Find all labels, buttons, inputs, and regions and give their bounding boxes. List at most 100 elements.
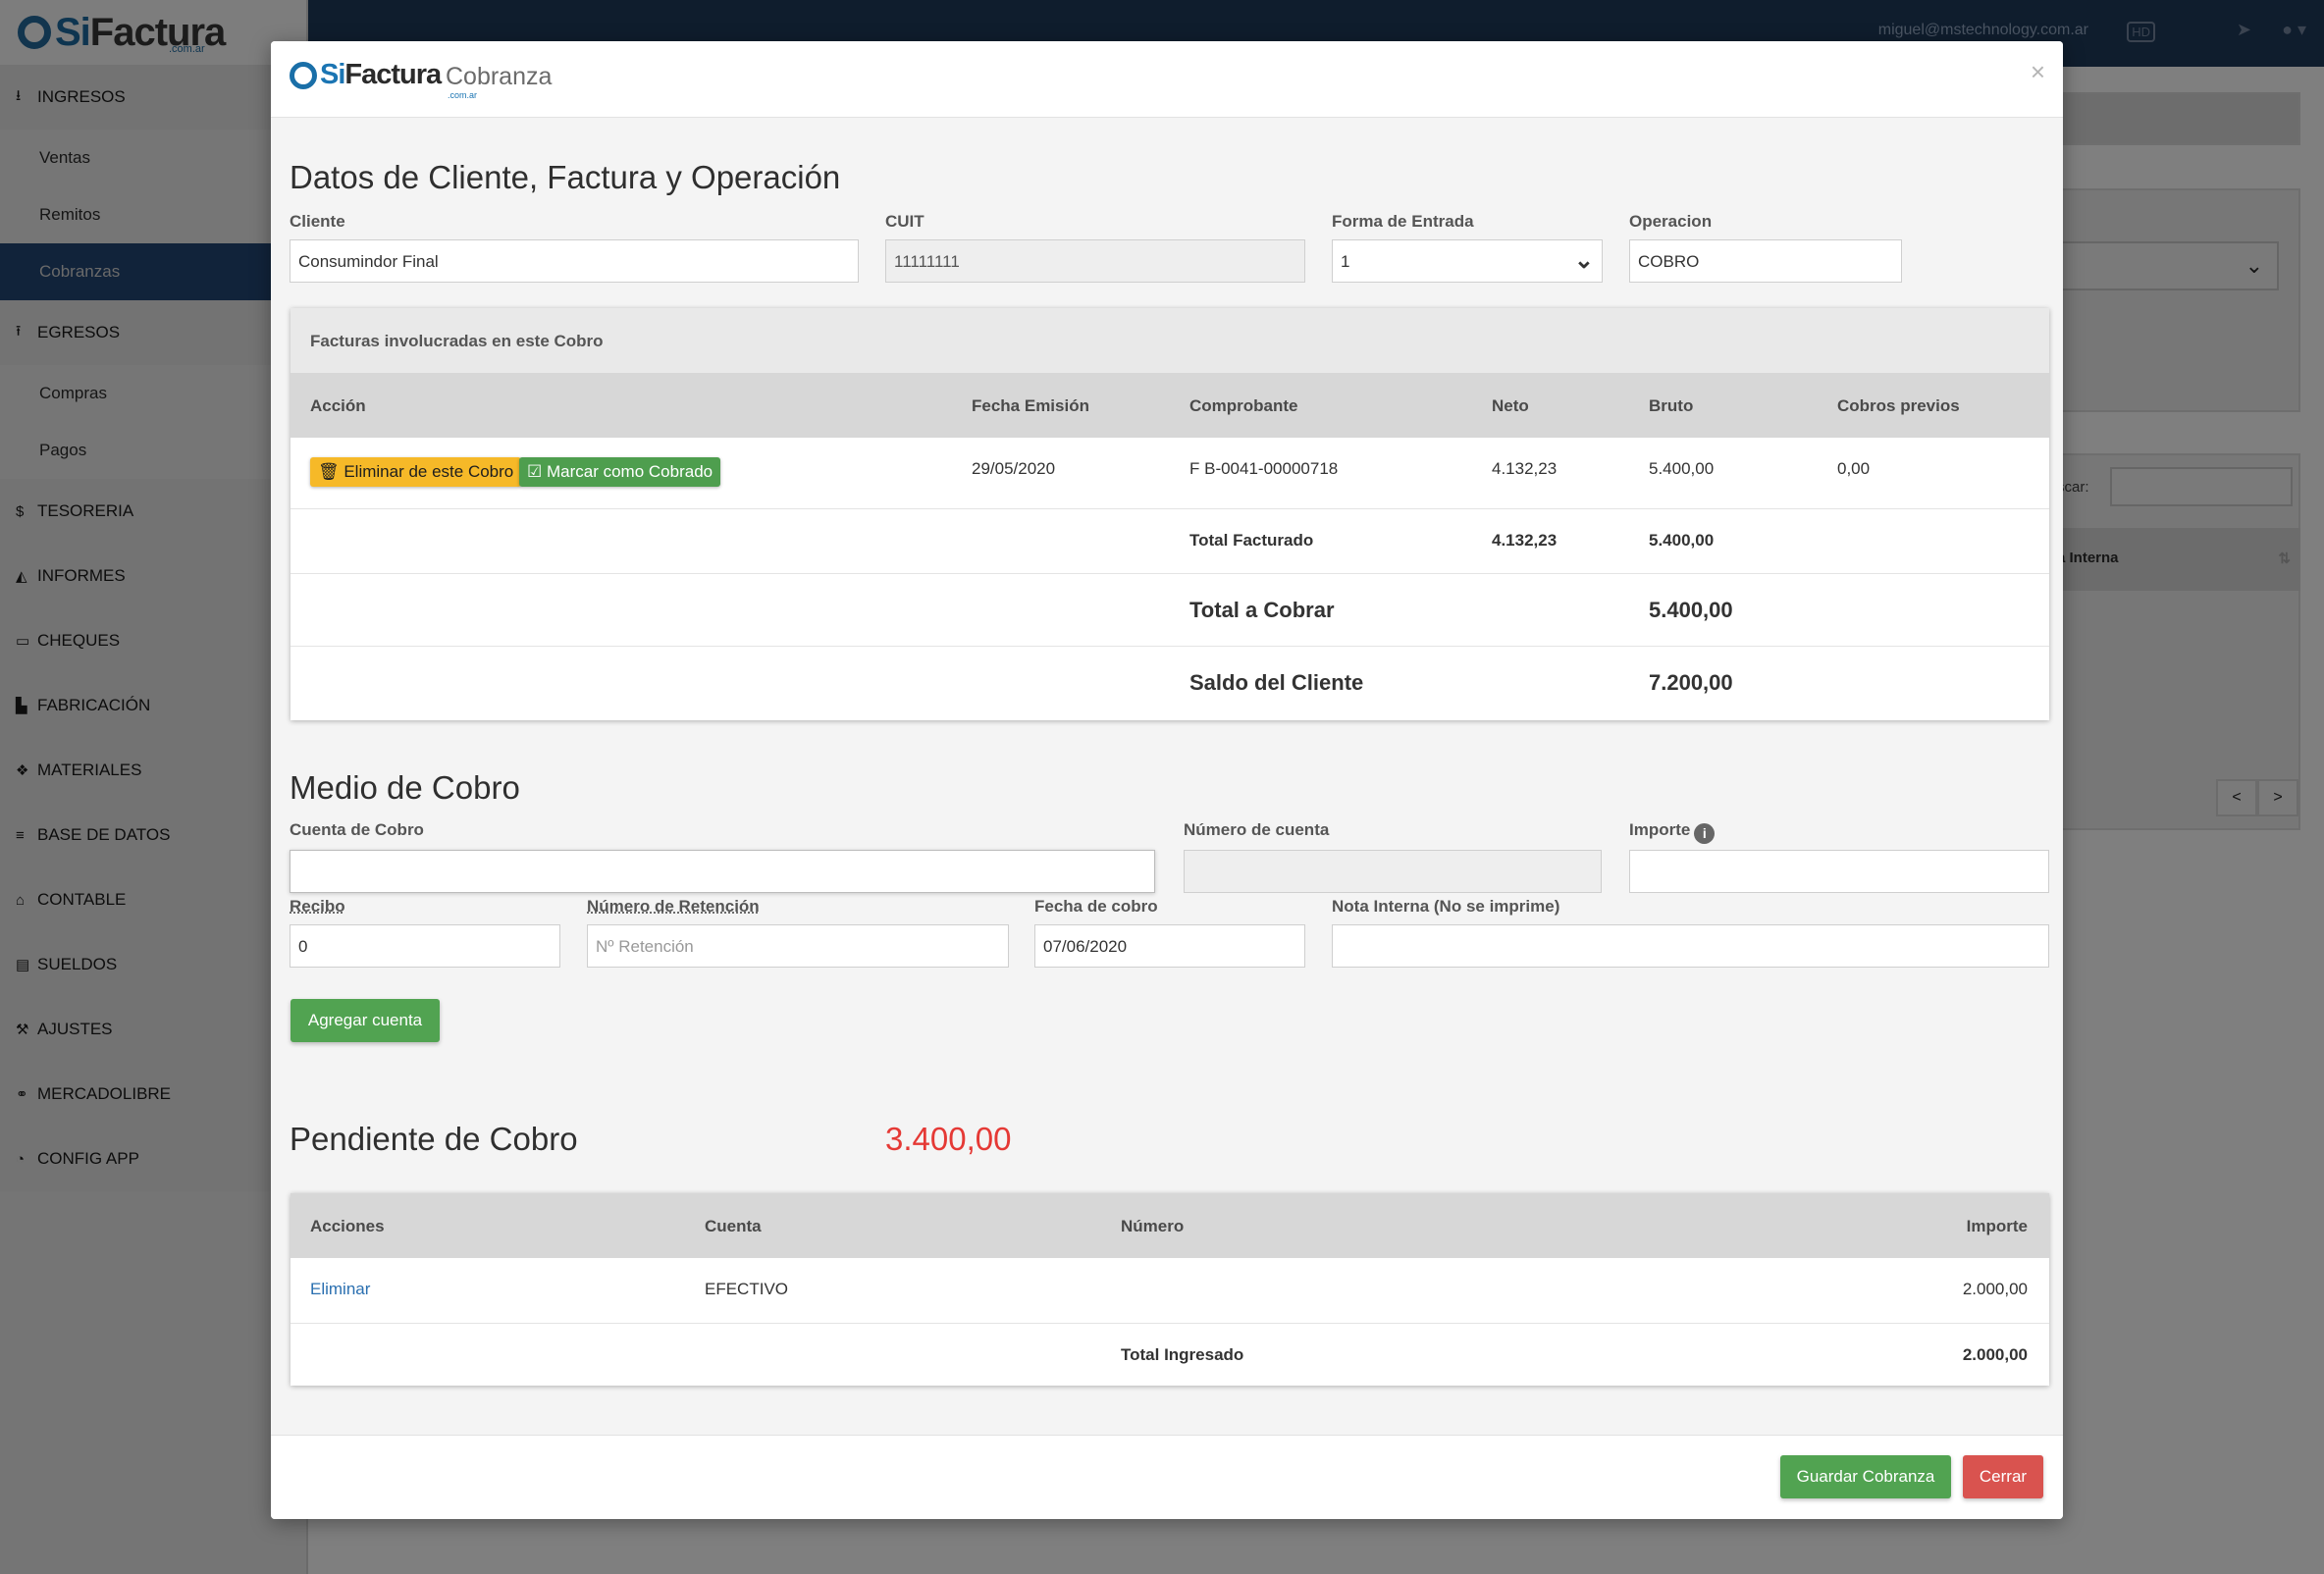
trash-icon: 🗑 xyxy=(318,462,340,481)
cell-neto: 4.132,23 xyxy=(1492,459,1558,478)
total-facturado-row: Total Facturado 4.132,23 5.400,00 xyxy=(290,508,2049,573)
fecha-cobro-field[interactable]: 07/06/2020 xyxy=(1034,924,1305,968)
logo-domain: .com.ar xyxy=(448,90,478,100)
app-logo[interactable]: Si Factura .com.ar xyxy=(0,0,306,65)
nav-label: CONFIG APP xyxy=(37,1149,139,1168)
marcar-cobrado-button[interactable]: ☑ Marcar como Cobrado xyxy=(519,457,721,487)
check-square-icon: ☑ xyxy=(527,462,543,481)
nota-interna-label: Nota Interna (No se imprime) xyxy=(1332,897,1560,916)
eliminar-cuenta-link[interactable]: Eliminar xyxy=(310,1280,370,1299)
upload-icon: ⭱ xyxy=(16,322,22,340)
cuit-field[interactable]: 11111111 xyxy=(885,239,1305,283)
logo-domain: .com.ar xyxy=(169,43,205,55)
button-label: Marcar como Cobrado xyxy=(546,462,713,481)
close-icon[interactable]: × xyxy=(2031,57,2045,87)
nav-contable[interactable]: ⌂ CONTABLE xyxy=(0,867,306,932)
nav-ajustes[interactable]: ⚒ AJUSTES xyxy=(0,997,306,1062)
nav-label: INGRESOS xyxy=(37,87,126,106)
send-icon[interactable]: ➤ xyxy=(2237,20,2251,40)
bg-pager-prev[interactable]: < xyxy=(2216,779,2257,816)
industry-icon: ▙ xyxy=(16,698,27,714)
nav-base-datos[interactable]: ≡ BASE DE DATOS xyxy=(0,803,306,867)
bg-th-label: a Interna xyxy=(2057,550,2119,566)
cell-cobros-previos: 0,00 xyxy=(1837,459,1871,478)
sort-icon[interactable]: ⇅ xyxy=(2278,550,2291,567)
forma-entrada-select[interactable]: 1 ⌄ xyxy=(1332,239,1603,283)
cuit-label: CUIT xyxy=(885,212,924,231)
total-cobrar-label: Total a Cobrar xyxy=(1189,598,1335,622)
nav-config-app[interactable]: ◔ CONFIG APP xyxy=(0,1127,306,1191)
logo-si: Si xyxy=(320,59,345,90)
nav-label: EGRESOS xyxy=(37,323,121,341)
th-acciones: Acciones xyxy=(310,1217,385,1235)
chevron-down-icon: ⌄ xyxy=(2245,253,2263,278)
nav-label: MATERIALES xyxy=(37,761,142,779)
modal-logo: Si Factura xyxy=(290,59,442,91)
bg-search-input[interactable] xyxy=(2110,467,2293,506)
nav-label: BASE DE DATOS xyxy=(37,825,171,844)
total-cobrar-value: 5.400,00 xyxy=(1649,598,1733,622)
nav-cheques[interactable]: ▭ CHEQUES xyxy=(0,608,306,673)
modal-footer: Guardar Cobranza Cerrar xyxy=(271,1435,2063,1519)
facturas-header-row: Acción Fecha Emisión Comprobante Neto Br… xyxy=(290,373,2049,438)
nav-label: Cobranzas xyxy=(39,262,121,281)
nav-compras[interactable]: Compras xyxy=(0,365,306,422)
dollar-icon: $ xyxy=(16,502,25,520)
forma-entrada-value: 1 xyxy=(1341,252,1350,271)
nav-remitos[interactable]: Remitos xyxy=(0,186,306,243)
section-medio-cobro-title: Medio de Cobro xyxy=(290,769,520,806)
logo-ring-icon xyxy=(18,16,51,49)
nav-ingresos[interactable]: ⭳ INGRESOS xyxy=(0,65,306,130)
nav-mercadolibre[interactable]: ⚭ MERCADOLIBRE xyxy=(0,1062,306,1127)
importe-field[interactable] xyxy=(1629,850,2049,893)
nav-egresos[interactable]: ⭱ EGRESOS xyxy=(0,300,306,365)
cliente-field[interactable]: Consumindor Final xyxy=(290,239,859,283)
nav-ventas[interactable]: Ventas xyxy=(0,130,306,186)
nav-materiales[interactable]: ❖ MATERIALES xyxy=(0,738,306,803)
handshake-icon: ⚭ xyxy=(16,1086,28,1103)
bg-select[interactable]: ⌄ xyxy=(2051,241,2279,290)
nav-cobranzas[interactable]: Cobranzas xyxy=(0,243,306,300)
importe-label-text: Importe xyxy=(1629,820,1691,839)
total-ingresado-value: 2.000,00 xyxy=(1962,1345,2028,1364)
info-icon[interactable]: i xyxy=(1694,823,1716,844)
nota-interna-field[interactable] xyxy=(1332,924,2049,968)
guardar-cobranza-button[interactable]: Guardar Cobranza xyxy=(1780,1455,1951,1498)
nav-informes[interactable]: ◭ INFORMES xyxy=(0,544,306,608)
agregar-cuenta-button[interactable]: Agregar cuenta xyxy=(290,999,440,1042)
chevron-down-icon: ⌄ xyxy=(1573,247,1594,274)
retencion-field[interactable]: Nº Retención xyxy=(587,924,1009,968)
operacion-field[interactable]: COBRO xyxy=(1629,239,1902,283)
nav-label: FABRICACIÓN xyxy=(37,696,151,714)
cell-comprobante: F B-0041-00000718 xyxy=(1189,459,1339,478)
nav-label: Ventas xyxy=(39,148,90,167)
user-menu-icon[interactable]: ● ▾ xyxy=(2282,20,2306,40)
hd-icon[interactable]: HD xyxy=(2127,22,2155,42)
button-label: Eliminar de este Cobro xyxy=(343,462,514,481)
nav-tesoreria[interactable]: $ TESORERIA xyxy=(0,479,306,544)
nav-fabricacion[interactable]: ▙ FABRICACIÓN xyxy=(0,673,306,738)
credit-card-icon: ▭ xyxy=(16,633,30,650)
eliminar-de-cobro-button[interactable]: 🗑 Eliminar de este Cobro xyxy=(310,457,522,487)
logo-ring-icon xyxy=(290,61,317,89)
total-facturado-label: Total Facturado xyxy=(1189,531,1314,550)
pendiente-cobro-value: 3.400,00 xyxy=(885,1121,1012,1157)
recibo-field[interactable]: 0 xyxy=(290,924,560,968)
nav-sueldos[interactable]: ▤ SUELDOS xyxy=(0,932,306,997)
total-ingresado-row: Total Ingresado 2.000,00 xyxy=(290,1323,2049,1386)
cerrar-button[interactable]: Cerrar xyxy=(1963,1455,2043,1498)
th-fecha-emision: Fecha Emisión xyxy=(972,396,1089,415)
bg-table-header: a Interna ⇅ xyxy=(2051,528,2300,591)
bg-pager-next[interactable]: > xyxy=(2257,779,2298,816)
numero-cuenta-field[interactable] xyxy=(1184,850,1602,893)
nav-pagos[interactable]: Pagos xyxy=(0,422,306,479)
cuenta-cobro-label: Cuenta de Cobro xyxy=(290,820,424,839)
th-numero: Número xyxy=(1121,1217,1185,1235)
nav-label: Compras xyxy=(39,384,107,402)
user-email[interactable]: miguel@mstechnology.com.ar xyxy=(1878,22,2088,39)
total-facturado-neto: 4.132,23 xyxy=(1492,531,1558,550)
modal-title: Cobranza xyxy=(446,63,553,90)
bg-filter-panel xyxy=(2051,188,2300,412)
cuenta-cobro-field[interactable] xyxy=(290,850,1155,893)
cobranza-modal: Si Factura .com.ar Cobranza × Datos de Cl… xyxy=(271,41,2063,1519)
